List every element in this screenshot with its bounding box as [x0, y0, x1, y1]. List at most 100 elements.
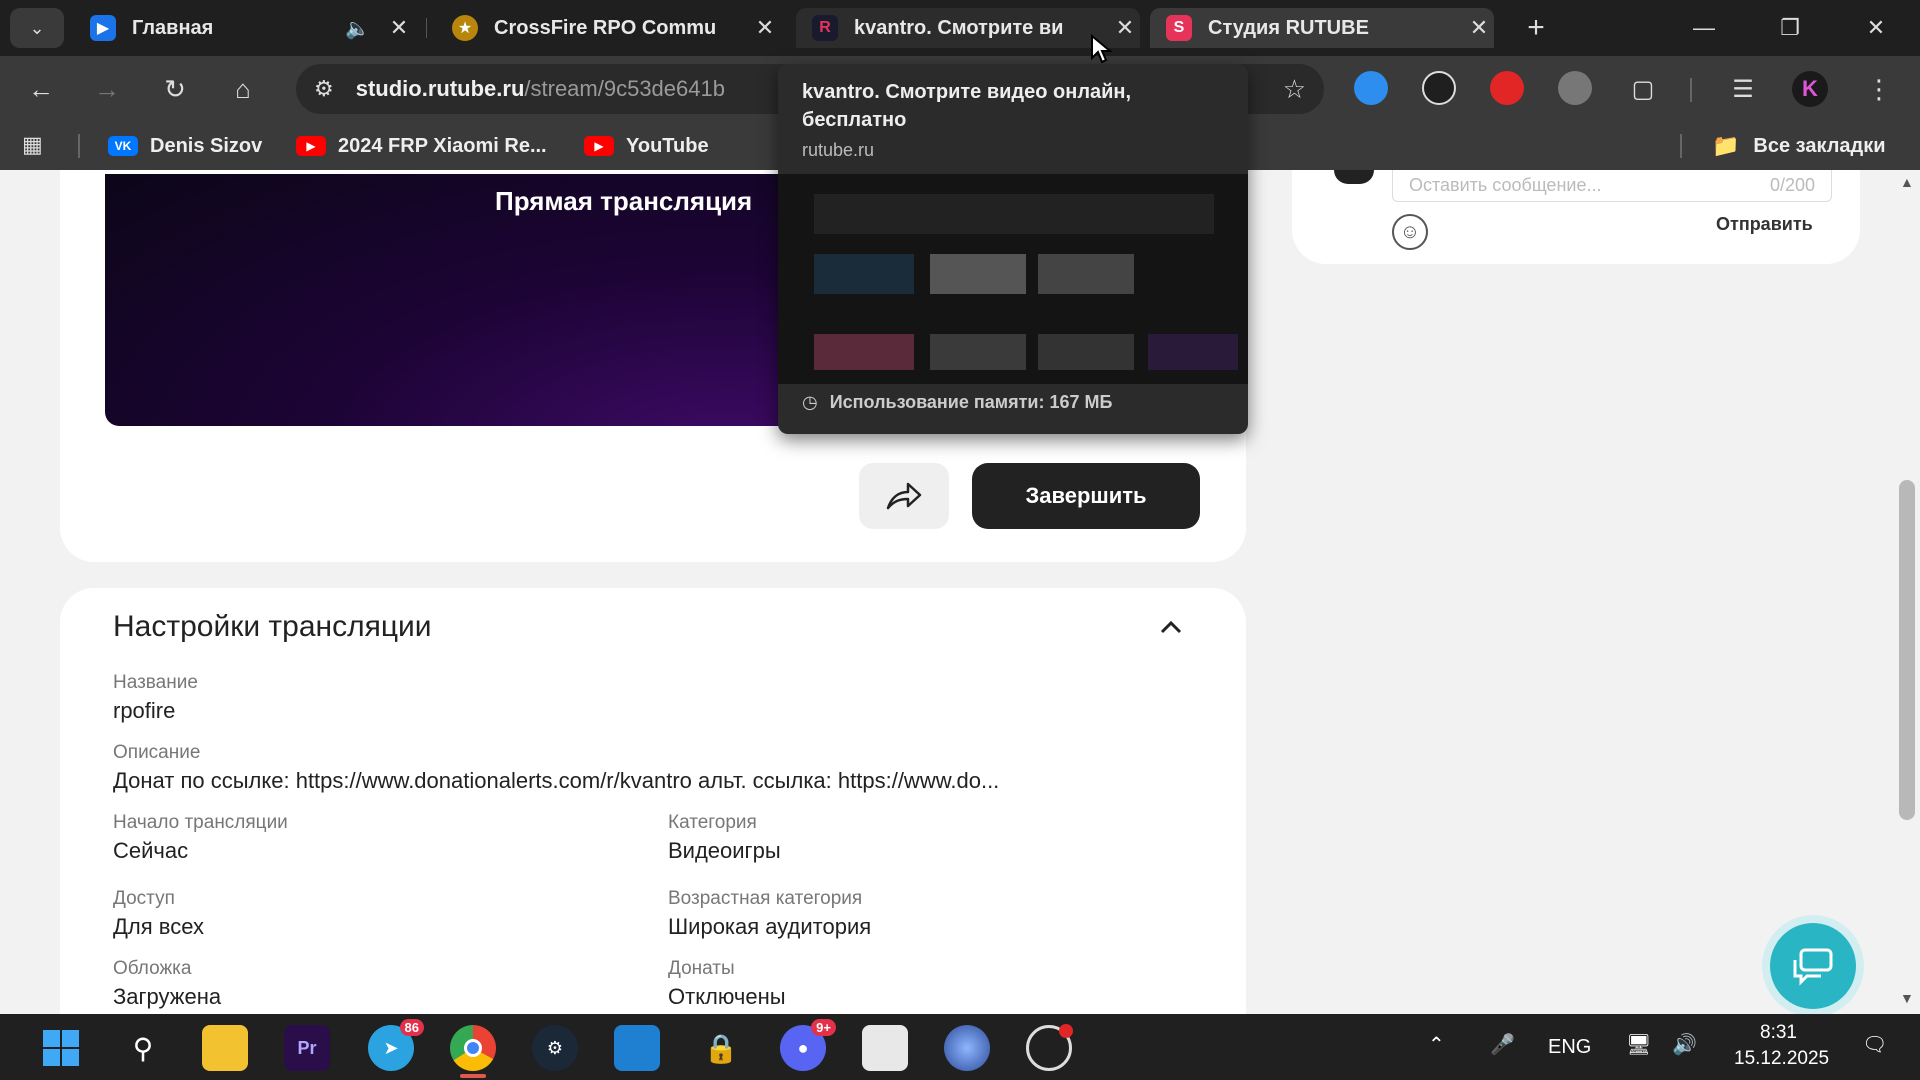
windows-start-icon[interactable] — [38, 1025, 84, 1071]
chat-card: Оставить сообщение... 0/200 ☺ Отправить — [1292, 170, 1860, 264]
chat-placeholder: Оставить сообщение... — [1409, 175, 1602, 195]
crossfire-icon: ★ — [452, 15, 478, 41]
send-message-button[interactable]: Отправить — [1716, 214, 1813, 235]
media-controls-icon[interactable]: ☰ — [1722, 68, 1764, 110]
close-tab-icon[interactable]: ✕ — [750, 15, 780, 41]
bookmark-label: 2024 FRP Xiaomi Re... — [338, 134, 547, 157]
back-button[interactable]: ← — [20, 68, 62, 110]
live-broadcast-label: Прямая трансляция — [495, 186, 753, 216]
scrollbar-thumb[interactable] — [1899, 480, 1915, 820]
close-tab-icon[interactable]: ✕ — [384, 15, 414, 41]
share-button[interactable] — [859, 463, 949, 529]
bookmarks-divider — [1680, 134, 1682, 158]
search-icon[interactable]: ⚲ — [120, 1025, 166, 1071]
tab-glavnaya[interactable]: ▶ Главная 🔈 ✕ — [74, 8, 414, 48]
youtube-icon: ▶ — [584, 136, 614, 156]
premiere-pro-icon[interactable]: Pr — [284, 1025, 330, 1071]
tab-kvantro[interactable]: R kvantro. Смотрите ви ✕ — [796, 8, 1140, 48]
url-host: studio.rutube.ru — [355, 76, 525, 101]
site-info-icon[interactable]: ⚙ — [314, 76, 334, 102]
finish-stream-button[interactable]: Завершить — [972, 463, 1200, 529]
field-label: Категория — [668, 812, 757, 833]
chat-avatar — [1334, 170, 1374, 184]
emoji-icon[interactable]: ☺ — [1392, 214, 1428, 250]
stream-settings-card — [60, 588, 1246, 1014]
hovercard-title: kvantro. Смотрите видео онлайн, бесплатн… — [802, 81, 1132, 131]
field-label: Обложка — [113, 958, 192, 979]
vpn-lock-icon[interactable]: 🔒 — [698, 1025, 744, 1071]
home-button[interactable]: ⌂ — [222, 68, 264, 110]
network-icon[interactable]: 🖥 — [1626, 1032, 1651, 1057]
field-value-category: Видеоигры — [668, 838, 781, 863]
collapse-chevron-icon[interactable] — [1154, 610, 1188, 644]
extension-tiktok-icon[interactable] — [1422, 71, 1456, 105]
minimize-button[interactable]: — — [1664, 0, 1744, 56]
language-indicator[interactable]: ENG — [1548, 1036, 1591, 1059]
tab-hover-card: kvantro. Смотрите видео онлайн, бесплатн… — [778, 64, 1248, 434]
field-label: Доступ — [113, 888, 175, 909]
share-arrow-icon — [886, 482, 922, 510]
news-app-icon[interactable] — [862, 1025, 908, 1071]
field-label: Возрастная категория — [668, 888, 863, 909]
chrome-icon[interactable] — [450, 1025, 496, 1071]
extension-adblock-icon[interactable] — [1490, 71, 1524, 105]
file-explorer-icon[interactable] — [202, 1025, 248, 1071]
support-chat-button[interactable] — [1770, 923, 1856, 1009]
tab-title: CrossFire RPO Commu — [494, 16, 717, 39]
notifications-icon[interactable]: 🗨 — [1862, 1032, 1887, 1057]
extensions-puzzle-icon[interactable]: ▢ — [1622, 68, 1664, 110]
tab-separator — [426, 18, 427, 38]
field-label: Донаты — [668, 958, 735, 979]
close-window-button[interactable]: ✕ — [1836, 0, 1916, 56]
tab-title: Студия RUTUBE — [1208, 16, 1369, 39]
all-bookmarks-button[interactable]: 📁 Все закладки — [1712, 130, 1886, 162]
obs-icon[interactable] — [1026, 1024, 1073, 1071]
bookmark-frp-xiaomi[interactable]: ▶ 2024 FRP Xiaomi Re... — [296, 130, 547, 162]
rutube-r-icon: R — [812, 15, 838, 41]
telegram-badge: 86 — [399, 1019, 424, 1036]
tab-title: kvantro. Смотрите ви — [854, 16, 1064, 39]
close-tab-icon[interactable]: ✕ — [1464, 15, 1494, 41]
telegram-icon[interactable]: ➤ 86 — [368, 1019, 424, 1071]
apps-grid-icon[interactable]: ▦ — [22, 132, 50, 160]
field-value-start: Сейчас — [113, 838, 189, 863]
tray-chevron-up-icon[interactable]: ⌃ — [1428, 1032, 1445, 1057]
microphone-icon[interactable]: 🎤 — [1490, 1032, 1515, 1057]
field-value-cover: Загружена — [113, 984, 222, 1009]
discord-icon[interactable]: ● 9+ — [780, 1019, 836, 1071]
tab-crossfire[interactable]: ★ CrossFire RPO Commu ✕ — [436, 8, 780, 48]
profile-avatar[interactable]: K — [1792, 71, 1828, 107]
field-value-donations: Отключены — [668, 984, 786, 1009]
chat-bubbles-icon — [1793, 948, 1833, 986]
youtube-icon: ▶ — [296, 136, 326, 156]
browser-orb-icon[interactable] — [944, 1025, 990, 1071]
restore-button[interactable]: ❐ — [1750, 0, 1830, 56]
reload-button[interactable]: ↻ — [154, 68, 196, 110]
clock-date[interactable]: 15.12.2025 — [1734, 1048, 1829, 1070]
clock-time[interactable]: 8:31 — [1760, 1022, 1797, 1044]
extension-swirl-icon[interactable] — [1354, 71, 1388, 105]
chat-counter: 0/200 — [1769, 175, 1815, 195]
bookmark-youtube[interactable]: ▶ YouTube — [584, 130, 709, 162]
steam-icon[interactable]: ⚙ — [532, 1025, 578, 1071]
scroll-down-arrow-icon[interactable]: ▼ — [1900, 990, 1914, 1006]
bookmark-denis-sizov[interactable]: VK Denis Sizov — [108, 130, 262, 162]
windows-taskbar: ⚲ Pr ➤ 86 ⚙ 🔒 ● 9+ ⌃ 🎤 ENG 🖥 🔊 8:31 15.12.… — [0, 1014, 1920, 1080]
volume-icon[interactable]: 🔊 — [1672, 1032, 1697, 1057]
tab-studio-rutube[interactable]: S Студия RUTUBE ✕ — [1150, 8, 1494, 48]
scroll-up-arrow-icon[interactable]: ▲ — [1900, 174, 1914, 190]
star-icon[interactable]: ☆ — [1283, 74, 1306, 105]
tab-title: Главная — [132, 16, 214, 39]
extension-gray-icon[interactable] — [1558, 71, 1592, 105]
new-tab-button[interactable]: + — [1516, 10, 1556, 46]
bookmark-label: YouTube — [626, 134, 709, 157]
forward-button[interactable]: → — [86, 68, 128, 110]
close-tab-icon[interactable]: ✕ — [1110, 15, 1140, 41]
photos-icon[interactable] — [614, 1025, 660, 1071]
speaker-icon[interactable]: 🔈 — [345, 16, 370, 41]
chat-message-input[interactable]: Оставить сообщение... 0/200 — [1392, 170, 1832, 202]
browser-tab-strip: ⌄ ▶ Главная 🔈 ✕ ★ CrossFire RPO Commu ✕ … — [0, 0, 1920, 56]
menu-kebab-icon[interactable]: ⋮ — [1858, 68, 1900, 110]
tab-search-button[interactable]: ⌄ — [10, 8, 64, 48]
hovercard-thumbnail — [778, 174, 1248, 384]
